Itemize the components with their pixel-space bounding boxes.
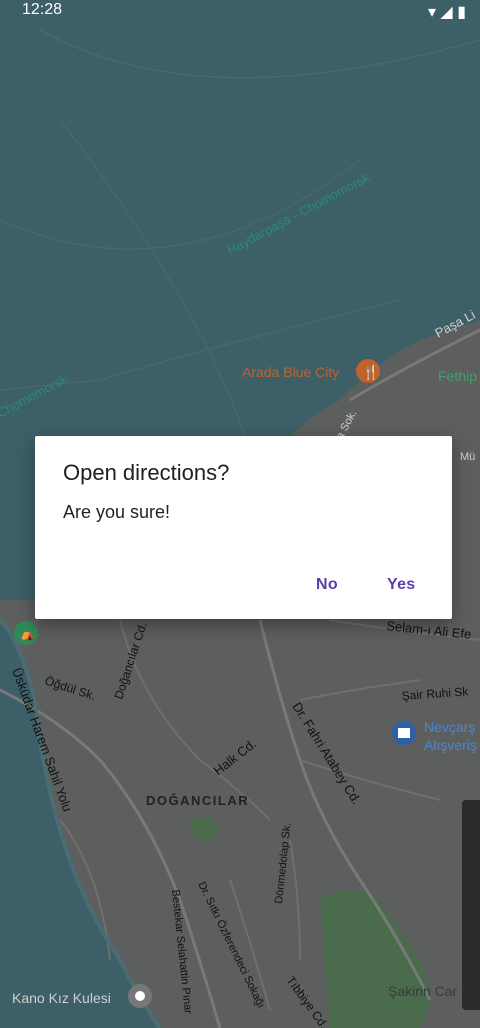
dialog-message: Are you sure!: [63, 502, 171, 522]
no-button[interactable]: No: [316, 576, 338, 594]
alert-dialog: Open directions? Are you sure! No Yes: [35, 436, 452, 619]
yes-button[interactable]: Yes: [387, 576, 416, 594]
dialog-title: Open directions?: [63, 460, 230, 485]
